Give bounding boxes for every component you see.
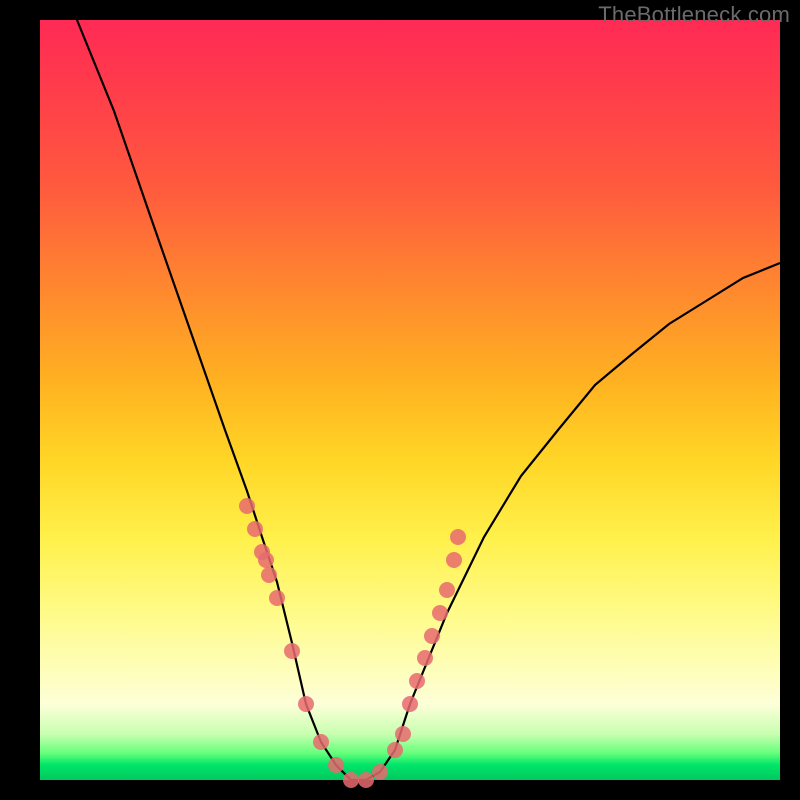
watermark-text: TheBottleneck.com (598, 2, 790, 28)
chart-svg (40, 20, 780, 780)
bottleneck-curve (77, 20, 780, 780)
sample-points (239, 498, 466, 788)
chart-frame: TheBottleneck.com (0, 0, 800, 800)
plot-area (40, 20, 780, 780)
